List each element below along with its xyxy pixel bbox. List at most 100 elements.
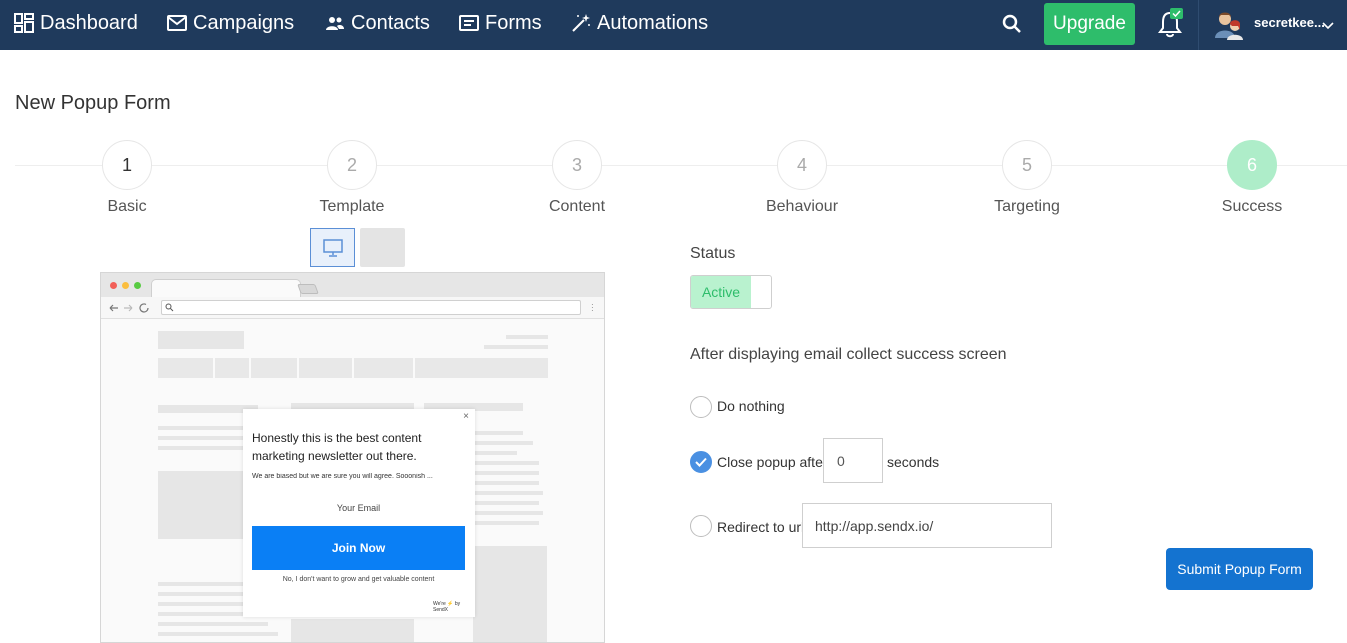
- status-toggle-value: Active: [691, 276, 751, 308]
- step-template[interactable]: 2 Template: [287, 140, 417, 216]
- step-content[interactable]: 3 Content: [512, 140, 642, 216]
- placeholder-line: [473, 481, 539, 485]
- magic-wand-icon: [572, 14, 590, 32]
- submit-popup-form-button[interactable]: Submit Popup Form: [1166, 548, 1313, 590]
- step-label: Behaviour: [765, 198, 839, 215]
- notification-check-badge: [1170, 8, 1183, 19]
- step-number: 5: [1002, 140, 1052, 190]
- placeholder-line: [484, 345, 548, 349]
- placeholder-line: [473, 471, 539, 475]
- dashboard-icon: [14, 13, 34, 33]
- placeholder-divider: [249, 358, 251, 378]
- maximize-dot: [134, 282, 141, 289]
- step-label: Content: [548, 198, 606, 215]
- nav-automations[interactable]: Automations: [571, 0, 708, 46]
- step-label: Template: [319, 198, 385, 215]
- form-icon: [459, 15, 479, 31]
- placeholder-line: [473, 511, 543, 515]
- step-success[interactable]: 6 Success: [1187, 140, 1317, 216]
- radio-redirect[interactable]: [690, 515, 712, 537]
- minimize-dot: [122, 282, 129, 289]
- status-label: Status: [690, 245, 736, 262]
- browser-tab: [151, 279, 301, 297]
- radio-do-nothing[interactable]: [690, 396, 712, 418]
- close-seconds-input[interactable]: [823, 438, 883, 483]
- search-icon: [165, 303, 174, 312]
- placeholder-line: [473, 521, 539, 525]
- placeholder-divider: [297, 358, 299, 378]
- placeholder-line: [158, 632, 278, 636]
- redirect-url-input[interactable]: [802, 503, 1052, 548]
- step-basic[interactable]: 1 Basic: [62, 140, 192, 216]
- placeholder-divider: [213, 358, 215, 378]
- nav-forms[interactable]: Forms: [459, 0, 542, 46]
- search-icon: [1002, 14, 1021, 33]
- after-success-label: After displaying email collect success s…: [690, 346, 1007, 363]
- placeholder-line: [473, 501, 539, 505]
- placeholder-line: [473, 431, 523, 435]
- monitor-icon: [322, 238, 343, 257]
- browser-nav-icons: [109, 303, 149, 313]
- popup-close-button[interactable]: ×: [463, 411, 469, 422]
- step-number: 2: [327, 140, 377, 190]
- placeholder-line: [473, 441, 533, 445]
- placeholder-line: [473, 461, 539, 465]
- popup-heading: Honestly this is the best content market…: [252, 431, 422, 463]
- radio-redirect-label[interactable]: Redirect to url: [717, 519, 804, 535]
- upgrade-button[interactable]: Upgrade: [1044, 3, 1135, 45]
- placeholder-block: [158, 331, 244, 349]
- step-number: 1: [102, 140, 152, 190]
- placeholder-divider: [413, 358, 415, 378]
- nav-campaigns-label: Campaigns: [193, 11, 295, 34]
- envelope-icon: [167, 15, 187, 31]
- nav-divider: [1198, 0, 1199, 50]
- top-navbar: Dashboard Campaigns Contacts Forms Autom…: [0, 0, 1347, 50]
- close-dot: [110, 282, 117, 289]
- seconds-suffix: seconds: [887, 454, 940, 470]
- radio-do-nothing-label[interactable]: Do nothing: [717, 398, 785, 414]
- popup-preview: × Honestly this is the best content mark…: [243, 409, 475, 617]
- popup-subtext: We are biased but we are sure you will a…: [252, 473, 433, 480]
- popup-preview-browser: · · · × Honestly this is the best content …: [100, 272, 605, 643]
- popup-join-button[interactable]: Join Now: [252, 526, 465, 570]
- chevron-down-icon[interactable]: [1322, 17, 1334, 35]
- user-name[interactable]: secretkee...: [1254, 15, 1325, 30]
- placeholder-line: [473, 491, 543, 495]
- placeholder-line: [158, 622, 268, 626]
- nav-contacts-label: Contacts: [351, 11, 430, 34]
- step-number: 3: [552, 140, 602, 190]
- nav-automations-label: Automations: [597, 11, 709, 34]
- nav-forms-label: Forms: [485, 11, 542, 34]
- status-toggle[interactable]: Active: [690, 275, 772, 309]
- nav-campaigns[interactable]: Campaigns: [167, 0, 294, 46]
- placeholder-line: [473, 451, 517, 455]
- radio-close-popup-label[interactable]: Close popup after: [717, 454, 828, 470]
- check-icon: [1172, 10, 1181, 17]
- step-label: Targeting: [994, 198, 1060, 215]
- search-button[interactable]: [998, 0, 1026, 48]
- step-behaviour[interactable]: 4 Behaviour: [737, 140, 867, 216]
- mobile-preview-button[interactable]: [360, 228, 405, 267]
- page-title: New Popup Form: [15, 92, 171, 114]
- avatar[interactable]: [1213, 8, 1245, 40]
- step-targeting[interactable]: 5 Targeting: [962, 140, 1092, 216]
- new-tab-icon: [297, 284, 319, 294]
- nav-dashboard[interactable]: Dashboard: [14, 0, 138, 46]
- placeholder-block: [291, 619, 414, 642]
- check-icon: [695, 457, 707, 467]
- popup-decline-link[interactable]: No, I don't want to grow and get valuabl…: [252, 576, 465, 583]
- step-number: 6: [1227, 140, 1277, 190]
- notifications-button[interactable]: [1152, 0, 1188, 48]
- nav-contacts[interactable]: Contacts: [325, 0, 430, 46]
- radio-close-popup[interactable]: [690, 451, 712, 473]
- popup-credit: We're ⚡ by SendX: [433, 601, 461, 613]
- browser-titlebar: [101, 273, 604, 297]
- step-label: Basic: [107, 198, 147, 215]
- browser-url-box: [161, 300, 581, 315]
- step-label: Success: [1221, 198, 1283, 215]
- nav-dashboard-label: Dashboard: [40, 11, 138, 34]
- placeholder-divider: [352, 358, 354, 378]
- popup-email-field[interactable]: Your Email: [252, 499, 465, 517]
- users-icon: [326, 17, 344, 30]
- desktop-preview-button[interactable]: [310, 228, 355, 267]
